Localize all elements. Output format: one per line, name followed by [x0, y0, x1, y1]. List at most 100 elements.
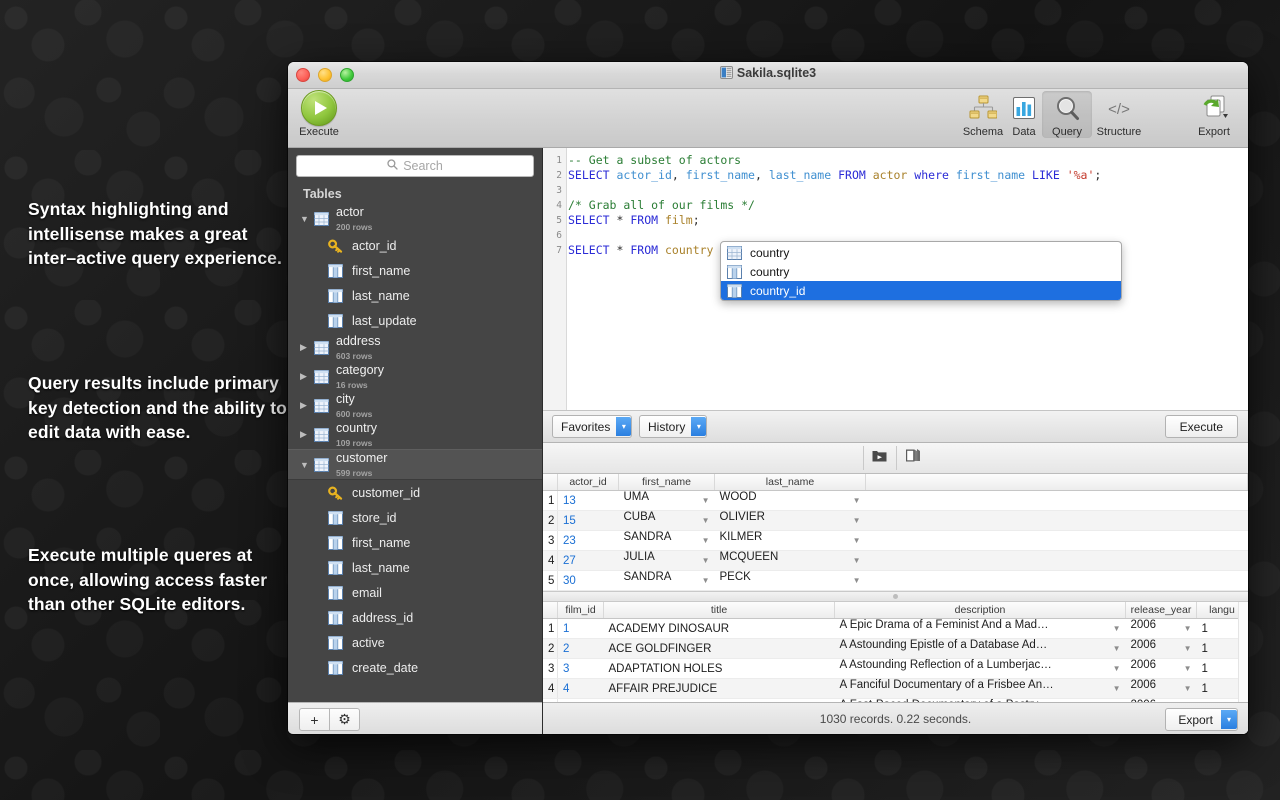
table-cell[interactable]: ACADEMY DINOSAUR: [603, 618, 835, 639]
sidebar-column-active[interactable]: active: [288, 630, 542, 655]
table-cell[interactable]: 2006 ▼: [1125, 638, 1197, 659]
column-header-first_name[interactable]: first_name: [618, 474, 715, 491]
table-cell[interactable]: [865, 570, 1248, 591]
table-cell[interactable]: CUBA ▼: [618, 510, 715, 531]
toolbar-tab-structure[interactable]: </> Structure: [1088, 91, 1150, 138]
table-cell[interactable]: 23: [557, 530, 619, 551]
table-cell[interactable]: A Astounding Reflection of a Lumberjac… ▼: [834, 658, 1126, 679]
run-in-folder-button[interactable]: [864, 448, 896, 468]
sidebar-column-customer_id[interactable]: customer_id: [288, 480, 542, 505]
table-cell[interactable]: ACE GOLDFINGER: [603, 638, 835, 659]
sidebar-column-actor_id[interactable]: actor_id: [288, 233, 542, 258]
cell-dropdown-icon[interactable]: ▼: [853, 511, 861, 530]
cell-dropdown-icon[interactable]: ▼: [702, 571, 710, 590]
table-cell[interactable]: A Epic Drama of a Feminist And a Mad… ▼: [834, 618, 1126, 639]
sidebar-column-last_name[interactable]: last_name: [288, 283, 542, 308]
table-cell[interactable]: 27: [557, 550, 619, 571]
toolbar-tab-data[interactable]: Data: [1001, 91, 1047, 138]
table-cell[interactable]: [865, 530, 1248, 551]
table-row[interactable]: 3 23 SANDRA ▼ KILMER ▼: [543, 530, 1248, 551]
table-row[interactable]: 1 1 ACADEMY DINOSAUR A Epic Drama of a Femi…: [543, 618, 1248, 639]
chevron-down-icon[interactable]: ▼: [300, 214, 314, 224]
sidebar-column-create_date[interactable]: create_date: [288, 655, 542, 680]
table-cell[interactable]: ADAPTATION HOLES: [603, 658, 835, 679]
sidebar-table-category[interactable]: ▶ category 16 rows: [288, 362, 542, 391]
autocomplete-item[interactable]: country: [721, 243, 1121, 262]
table-cell[interactable]: OLIVIER ▼: [714, 510, 866, 531]
cell-dropdown-icon[interactable]: ▼: [1184, 679, 1192, 698]
sidebar-table-country[interactable]: ▶ country 109 rows: [288, 420, 542, 449]
search-input[interactable]: Search: [296, 155, 534, 177]
table-row[interactable]: 5 30 SANDRA ▼ PECK ▼: [543, 570, 1248, 591]
table-row[interactable]: 3 3 ADAPTATION HOLES A Astounding Reflectio…: [543, 658, 1248, 679]
autocomplete-item[interactable]: country_id: [721, 281, 1121, 300]
chevron-right-icon[interactable]: ▶: [300, 342, 314, 353]
toolbar-execute-button[interactable]: Execute: [290, 90, 348, 138]
autocomplete-popup[interactable]: country country country_id: [720, 241, 1122, 301]
table-row[interactable]: 4 4 AFFAIR PREJUDICE A Fanciful Documentary…: [543, 678, 1248, 699]
cell-dropdown-icon[interactable]: ▼: [702, 531, 710, 550]
cell-dropdown-icon[interactable]: ▼: [1184, 639, 1192, 658]
table-cell[interactable]: SANDRA ▼: [618, 570, 715, 591]
table-row[interactable]: 4 27 JULIA ▼ MCQUEEN ▼: [543, 550, 1248, 571]
table-cell[interactable]: 13: [557, 490, 619, 511]
cell-dropdown-icon[interactable]: ▼: [1113, 619, 1121, 638]
column-header-film_id[interactable]: film_id: [557, 602, 604, 619]
table-cell[interactable]: [865, 490, 1248, 511]
sql-editor[interactable]: 1234567 -- Get a subset of actors SELECT …: [543, 148, 1248, 411]
sidebar-column-last_update[interactable]: last_update: [288, 308, 542, 333]
cell-dropdown-icon[interactable]: ▼: [853, 571, 861, 590]
column-header-last_name[interactable]: last_name: [714, 474, 866, 491]
table-cell[interactable]: [865, 550, 1248, 571]
history-dropdown[interactable]: History ▾: [639, 415, 708, 438]
table-cell[interactable]: KILMER ▼: [714, 530, 866, 551]
table-cell[interactable]: 2006 ▼: [1125, 618, 1197, 639]
column-header-release_year[interactable]: release_year: [1125, 602, 1197, 619]
cell-dropdown-icon[interactable]: ▼: [1184, 659, 1192, 678]
table-cell[interactable]: SANDRA ▼: [618, 530, 715, 551]
sidebar-column-first_name[interactable]: first_name: [288, 530, 542, 555]
table-cell[interactable]: UMA ▼: [618, 490, 715, 511]
chevron-right-icon[interactable]: ▶: [300, 429, 314, 440]
table-cell[interactable]: 3: [557, 658, 604, 679]
cell-dropdown-icon[interactable]: ▼: [853, 491, 861, 510]
table-cell[interactable]: 4: [557, 678, 604, 699]
sidebar-column-address_id[interactable]: address_id: [288, 605, 542, 630]
cell-dropdown-icon[interactable]: ▼: [1113, 659, 1121, 678]
column-header-description[interactable]: description: [834, 602, 1126, 619]
table-row[interactable]: 2 2 ACE GOLDFINGER A Astounding Epistle of …: [543, 638, 1248, 659]
sidebar-settings-button[interactable]: ⚙: [330, 708, 360, 731]
toolbar-tab-query[interactable]: Query: [1042, 91, 1092, 138]
table-cell[interactable]: [865, 510, 1248, 531]
table-cell[interactable]: WOOD ▼: [714, 490, 866, 511]
column-header-blank[interactable]: [865, 474, 1248, 491]
add-table-button[interactable]: +: [299, 708, 330, 731]
cell-dropdown-icon[interactable]: ▼: [1184, 619, 1192, 638]
results-table-one-container[interactable]: actor_id first_name last_name 1 13 UMA ▼ WOOD ▼ 2…: [543, 474, 1248, 591]
chevron-right-icon[interactable]: ▶: [300, 400, 314, 411]
cell-dropdown-icon[interactable]: ▼: [702, 551, 710, 570]
copy-rows-button[interactable]: [897, 448, 929, 468]
table-cell[interactable]: A Fanciful Documentary of a Frisbee An… ▼: [834, 678, 1126, 699]
results-split-handle[interactable]: [543, 591, 1248, 602]
table-cell[interactable]: JULIA ▼: [618, 550, 715, 571]
table-cell[interactable]: AFFAIR PREJUDICE: [603, 678, 835, 699]
toolbar-export-button[interactable]: Export: [1186, 91, 1242, 138]
table-cell[interactable]: 30: [557, 570, 619, 591]
table-cell[interactable]: 2: [557, 638, 604, 659]
sidebar-column-store_id[interactable]: store_id: [288, 505, 542, 530]
sidebar-column-email[interactable]: email: [288, 580, 542, 605]
results-table-one[interactable]: actor_id first_name last_name 1 13 UMA ▼ WOOD ▼ 2…: [543, 474, 1248, 591]
cell-dropdown-icon[interactable]: ▼: [702, 511, 710, 530]
table-cell[interactable]: A Astounding Epistle of a Database Ad… ▼: [834, 638, 1126, 659]
table-cell[interactable]: PECK ▼: [714, 570, 866, 591]
sidebar-table-customer[interactable]: ▼ customer 599 rows: [288, 449, 542, 480]
table-row[interactable]: 2 15 CUBA ▼ OLIVIER ▼: [543, 510, 1248, 531]
table-cell[interactable]: MCQUEEN ▼: [714, 550, 866, 571]
cell-dropdown-icon[interactable]: ▼: [702, 491, 710, 510]
column-header-actor_id[interactable]: actor_id: [557, 474, 619, 491]
favorites-dropdown[interactable]: Favorites ▾: [552, 415, 633, 438]
cell-dropdown-icon[interactable]: ▼: [853, 551, 861, 570]
column-header-title[interactable]: title: [603, 602, 835, 619]
sidebar-column-first_name[interactable]: first_name: [288, 258, 542, 283]
